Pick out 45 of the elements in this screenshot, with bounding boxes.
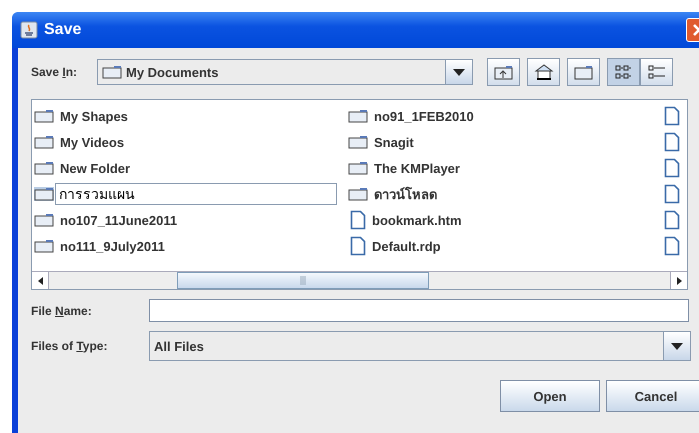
- save-in-dropdown[interactable]: My Documents: [97, 59, 473, 85]
- file-item[interactable]: no91_1FEB2010: [374, 108, 474, 124]
- file-icon: [350, 210, 366, 230]
- home-icon: [534, 64, 554, 80]
- window-title: Save: [44, 21, 82, 39]
- file-icon: [664, 184, 680, 204]
- horizontal-scrollbar[interactable]: [32, 271, 687, 289]
- toolbar-button[interactable]: [567, 58, 600, 86]
- file-type-label: Files of Type:: [31, 339, 108, 353]
- file-item[interactable]: My Videos: [60, 134, 124, 150]
- file-item[interactable]: The KMPlayer: [374, 160, 460, 176]
- folder-icon: [102, 65, 122, 79]
- file-item[interactable]: Snagit: [374, 134, 414, 150]
- file-icon: [664, 236, 680, 256]
- file-item[interactable]: New Folder: [60, 160, 130, 176]
- folder-up-icon: [494, 64, 514, 80]
- file-item[interactable]: no107_11June2011: [60, 212, 178, 228]
- list-view-icon: [614, 64, 634, 80]
- file-item[interactable]: no111_9July2011: [60, 238, 165, 254]
- rename-field[interactable]: การรวมแผน: [55, 183, 337, 205]
- save-in-value: My Documents: [126, 64, 220, 80]
- open-button[interactable]: Open: [500, 380, 600, 412]
- file-item[interactable]: Default.rdp: [372, 238, 441, 254]
- details-view-icon: [646, 64, 666, 80]
- file-icon: [664, 132, 680, 152]
- file-icon: [664, 210, 680, 230]
- file-icon: [664, 158, 680, 178]
- file-icon: [664, 106, 680, 126]
- file-name-label: File Name:: [31, 304, 93, 318]
- view-toggle[interactable]: [640, 58, 673, 86]
- file-name-field[interactable]: [149, 299, 689, 322]
- file-type-value: All Files: [153, 338, 205, 354]
- view-toggle[interactable]: [607, 58, 640, 86]
- cancel-button[interactable]: Cancel: [606, 380, 699, 412]
- file-item[interactable]: ดาวน์โหลด: [374, 184, 437, 204]
- toolbar-button[interactable]: [527, 58, 560, 86]
- save-in-label: Save In:: [31, 65, 78, 79]
- file-icon: [350, 236, 366, 256]
- new-folder-icon: [574, 64, 594, 80]
- file-item[interactable]: bookmark.htm: [372, 212, 462, 228]
- file-item[interactable]: My Shapes: [60, 108, 128, 124]
- file-type-dropdown[interactable]: All Files: [149, 331, 691, 361]
- app-icon: [20, 21, 38, 39]
- scroll-thumb[interactable]: [177, 272, 429, 289]
- toolbar-button[interactable]: [487, 58, 520, 86]
